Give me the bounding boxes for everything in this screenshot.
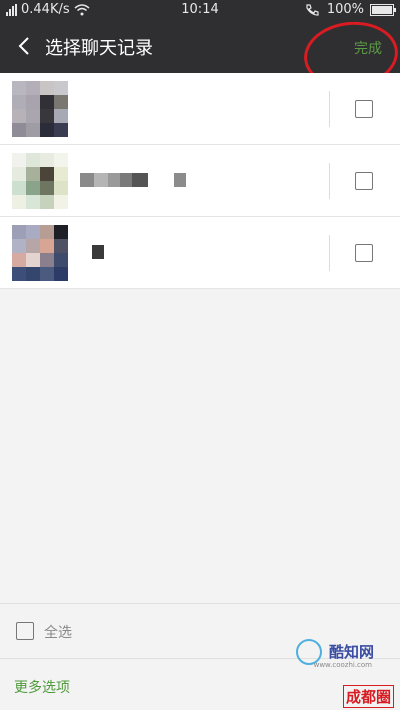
watermark-site-url: www.coozhi.com: [313, 661, 372, 669]
select-all-checkbox[interactable]: [16, 622, 34, 640]
chat-row[interactable]: [0, 145, 400, 217]
select-all-label: 全选: [44, 625, 72, 641]
title-bar: 选择聊天记录 完成: [0, 17, 400, 93]
page-title: 选择聊天记录: [45, 38, 153, 59]
chat-row[interactable]: [0, 73, 400, 145]
more-options-link[interactable]: 更多选项: [14, 677, 70, 697]
contact-name-blurred: [80, 245, 104, 259]
battery-percent: 100%: [326, 2, 364, 17]
avatar: [12, 81, 68, 137]
watermark: 酷知网 www.coozhi.com 成都圈: [296, 637, 394, 708]
hd-call-icon: [306, 3, 319, 16]
watermark-site-name: 酷知网: [328, 643, 374, 661]
back-arrow-icon: [18, 37, 29, 55]
status-bar: 0.44K/s 10:14 100%: [0, 0, 400, 20]
row-divider: [329, 163, 330, 199]
watermark-site-name-2: 成都圈: [342, 685, 394, 708]
row-divider: [329, 91, 330, 127]
done-button[interactable]: 完成: [354, 38, 382, 58]
chat-list: [0, 73, 400, 289]
avatar: [12, 153, 68, 209]
avatar: [12, 225, 68, 281]
back-button[interactable]: [10, 32, 38, 60]
select-checkbox[interactable]: [355, 100, 373, 118]
bottom-bar: 全选 更多选项 酷知网 www.coozhi.com 成都圈: [0, 603, 400, 710]
select-checkbox[interactable]: [355, 244, 373, 262]
chat-row[interactable]: [0, 217, 400, 289]
contact-name-blurred: [80, 173, 186, 187]
row-divider: [329, 235, 330, 271]
battery-icon: [370, 3, 396, 16]
select-checkbox[interactable]: [355, 172, 373, 190]
